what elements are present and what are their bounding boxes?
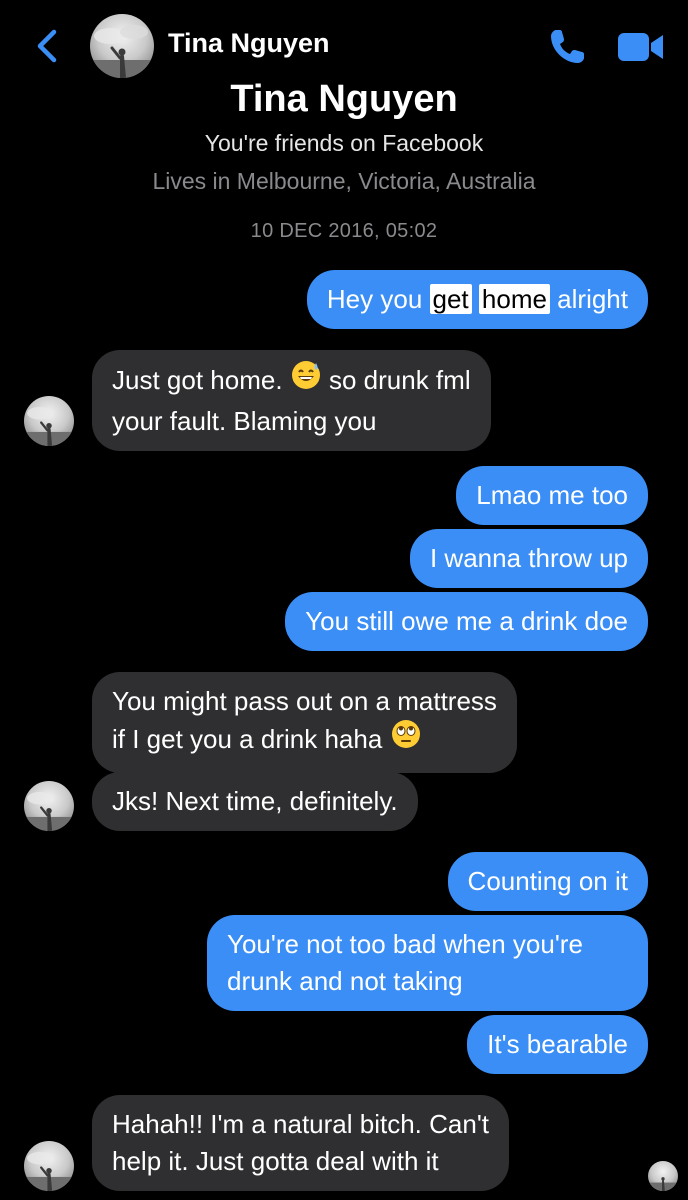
read-receipt-avatar bbox=[648, 1161, 678, 1191]
message-text: You still owe me a drink doe bbox=[305, 606, 628, 636]
outgoing-message[interactable]: Counting on it bbox=[447, 852, 648, 911]
chevron-left-icon[interactable] bbox=[32, 26, 62, 66]
message-text: if I get you a drink haha bbox=[112, 723, 390, 754]
profile-location: Lives in Melbourne, Victoria, Australia bbox=[152, 168, 536, 194]
profile-name: Tina Nguyen bbox=[230, 78, 458, 120]
outgoing-message[interactable]: Lmao me too bbox=[456, 466, 648, 525]
message-text: Hahah!! I'm a natural bitch. Can't bbox=[112, 1109, 490, 1139]
profile-subtitle: You're friends on Facebook bbox=[204, 130, 484, 156]
message-text: help it. Just gotta deal with it bbox=[112, 1146, 439, 1176]
header-contact-name[interactable]: Tina Nguyen bbox=[168, 28, 330, 59]
incoming-message[interactable]: Hahah!! I'm a natural bitch. Can't help … bbox=[92, 1095, 510, 1191]
message-text: Counting on it bbox=[467, 866, 628, 896]
eye-roll-emoji-icon bbox=[390, 718, 422, 760]
message-text: You might pass out on a mattress bbox=[112, 686, 497, 716]
message-text: Jks! Next time, definitely. bbox=[112, 786, 398, 816]
outgoing-message[interactable]: You still owe me a drink doe bbox=[285, 592, 648, 651]
outgoing-message[interactable]: You're not too bad when you're drunk and… bbox=[207, 915, 648, 1011]
outgoing-message[interactable]: Hey you get home alright bbox=[306, 270, 648, 329]
video-camera-icon[interactable] bbox=[616, 30, 666, 64]
message-text: alright bbox=[549, 284, 628, 314]
message-timestamp: 10 DEC 2016, 05:02 bbox=[250, 220, 438, 242]
avatar[interactable] bbox=[90, 14, 154, 78]
message-text: so drunk fml bbox=[321, 364, 471, 395]
message-text: I wanna throw up bbox=[429, 543, 628, 573]
message-text: drunk and not taking bbox=[227, 966, 463, 996]
incoming-message[interactable]: You might pass out on a mattress if I ge… bbox=[92, 672, 517, 773]
outgoing-message[interactable]: I wanna throw up bbox=[409, 529, 648, 588]
outgoing-message[interactable]: It's bearable bbox=[467, 1015, 648, 1074]
message-text: Hey you bbox=[326, 284, 430, 314]
message-text: Just got home. bbox=[112, 364, 290, 395]
incoming-message[interactable]: Just got home. so drunk fml your fault. … bbox=[92, 350, 491, 451]
message-text: It's bearable bbox=[487, 1029, 628, 1059]
message-text: Lmao me too bbox=[476, 480, 628, 510]
message-text: You're not too bad when you're bbox=[227, 929, 583, 959]
incoming-message[interactable]: Jks! Next time, definitely. bbox=[92, 772, 418, 831]
phone-icon[interactable] bbox=[546, 24, 590, 68]
avatar[interactable] bbox=[24, 396, 74, 446]
message-text bbox=[472, 284, 479, 314]
avatar[interactable] bbox=[24, 781, 74, 831]
chat-header: Tina Nguyen bbox=[0, 0, 688, 90]
avatar[interactable] bbox=[24, 1141, 74, 1191]
selected-word: get bbox=[429, 284, 472, 314]
selected-word: home bbox=[478, 284, 550, 314]
message-text: your fault. Blaming you bbox=[112, 406, 377, 436]
grinning-sweat-emoji-icon bbox=[290, 359, 322, 401]
